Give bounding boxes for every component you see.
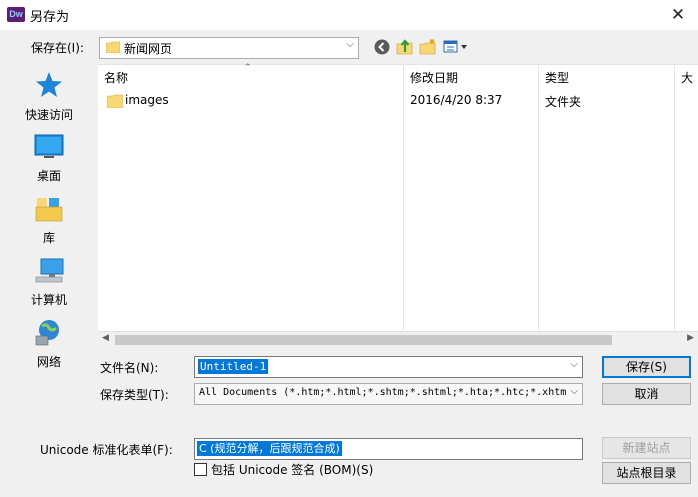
desktop-icon bbox=[34, 134, 64, 158]
chevron-down-icon[interactable]: ⌵ bbox=[570, 359, 578, 370]
bom-checkbox-label[interactable]: 包括 Unicode 签名 (BOM)(S) bbox=[211, 461, 373, 478]
unicode-normalization-label: Unicode 标准化表单(F): bbox=[40, 443, 173, 457]
place-desktop[interactable]: 桌面 bbox=[0, 133, 98, 184]
column-name-header[interactable]: 名称 bbox=[104, 69, 128, 86]
site-root-button[interactable]: 站点根目录 bbox=[602, 462, 691, 484]
window-title: 另存为 bbox=[30, 10, 70, 25]
filename-combobox[interactable]: Untitled-1 ⌵ bbox=[194, 356, 583, 378]
place-network[interactable]: 网络 bbox=[0, 319, 98, 370]
bom-checkbox[interactable] bbox=[194, 463, 207, 476]
unicode-normalization-select[interactable]: C (规范分解，后跟规范合成) bbox=[194, 438, 583, 460]
column-type-header[interactable]: 类型 bbox=[545, 69, 569, 86]
filename-input[interactable]: Untitled-1 bbox=[198, 359, 269, 374]
scroll-left-icon[interactable]: ◀ bbox=[102, 333, 109, 343]
cancel-button[interactable]: 取消 bbox=[602, 383, 691, 405]
unicode-normalization-value: C (规范分解，后跟规范合成) bbox=[197, 441, 342, 456]
dreamweaver-app-icon: Dw bbox=[7, 7, 25, 22]
column-modified-header[interactable]: 修改日期 bbox=[410, 69, 458, 86]
scroll-right-icon[interactable]: ▶ bbox=[687, 333, 694, 343]
filetype-label: 保存类型(T): bbox=[100, 388, 169, 402]
file-type: 文件夹 bbox=[545, 95, 582, 109]
sort-ascending-icon: ⌃ bbox=[244, 63, 252, 73]
new-site-button[interactable]: 新建站点 bbox=[602, 437, 691, 459]
save-in-value: 新闻网页 bbox=[124, 42, 173, 56]
title-bar bbox=[0, 0, 698, 30]
file-row-images[interactable]: images 2016/4/20 8:37 文件夹 bbox=[98, 90, 698, 112]
computer-icon bbox=[35, 258, 64, 283]
save-in-label: 保存在(I): bbox=[31, 41, 84, 55]
filetype-select[interactable]: All Documents (*.htm;*.html;*.shtm;*.sht… bbox=[194, 383, 583, 405]
filename-label: 文件名(N): bbox=[100, 361, 159, 375]
library-icon bbox=[35, 198, 63, 222]
filetype-value: All Documents (*.htm;*.html;*.shtm;*.sht… bbox=[199, 387, 567, 398]
folder-icon bbox=[106, 41, 120, 53]
places-bar: 快速访问 桌面 库 计算机 网络 bbox=[0, 64, 98, 384]
place-library[interactable]: 库 bbox=[0, 195, 98, 246]
place-quick-access[interactable]: 快速访问 bbox=[0, 70, 98, 123]
save-button[interactable]: 保存(S) bbox=[602, 356, 691, 378]
file-modified: 2016/4/20 8:37 bbox=[410, 93, 503, 107]
chevron-down-icon[interactable]: ⌵ bbox=[346, 39, 354, 50]
file-list[interactable]: ⌃ 名称 修改日期 类型 大 images 2016/4/20 8:37 文件夹… bbox=[98, 63, 698, 348]
folder-icon bbox=[107, 94, 123, 108]
network-icon bbox=[35, 320, 59, 346]
quick-access-star-icon bbox=[36, 72, 62, 97]
scrollbar-thumb[interactable] bbox=[115, 335, 612, 345]
new-folder-icon[interactable] bbox=[419, 38, 437, 56]
view-menu-icon[interactable] bbox=[443, 39, 469, 55]
chevron-down-icon[interactable]: ⌵ bbox=[567, 386, 578, 397]
up-folder-icon[interactable] bbox=[396, 38, 414, 56]
save-in-combobox[interactable]: 新闻网页 ⌵ bbox=[99, 37, 359, 59]
file-name: images bbox=[125, 93, 169, 107]
back-icon[interactable] bbox=[373, 38, 391, 56]
column-size-header[interactable]: 大 bbox=[681, 69, 693, 86]
place-computer[interactable]: 计算机 bbox=[0, 257, 98, 308]
horizontal-scrollbar[interactable]: ◀ ▶ bbox=[98, 331, 698, 348]
close-button[interactable]: ✕ bbox=[658, 0, 698, 30]
